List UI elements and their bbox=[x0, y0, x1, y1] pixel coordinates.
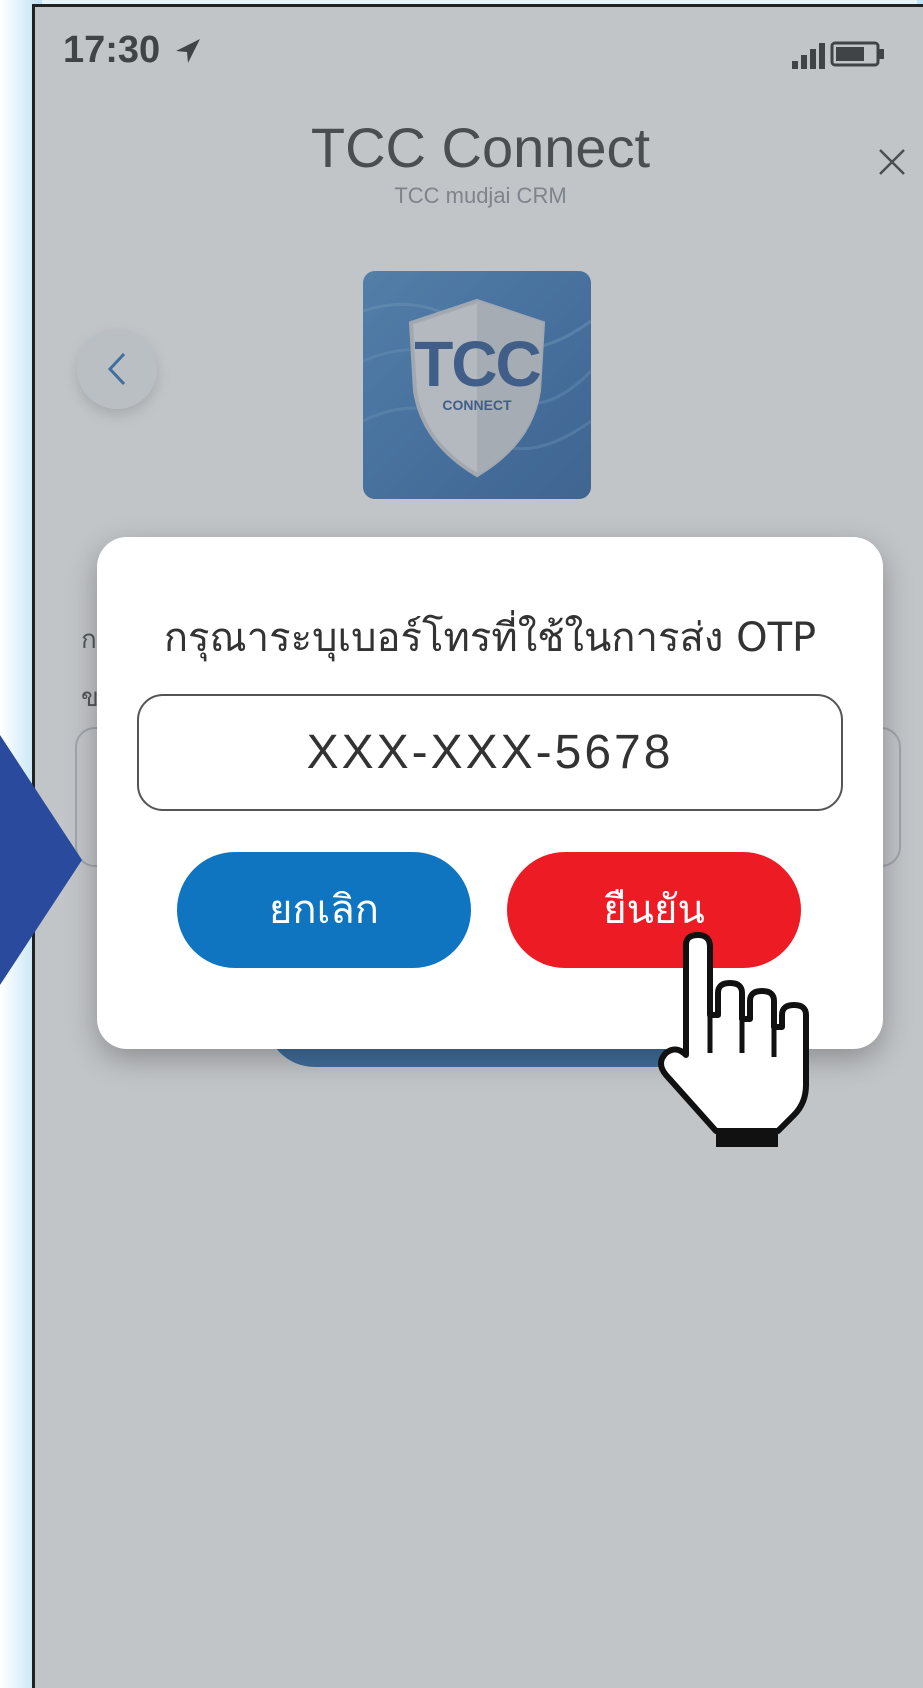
pointer-triangle-decoration bbox=[0, 735, 82, 985]
cancel-button[interactable]: ยกเลิก bbox=[177, 852, 471, 968]
otp-phone-field[interactable]: XXX-XXX-5678 bbox=[137, 694, 843, 811]
hand-pointer-icon bbox=[658, 932, 809, 1147]
phone-screen: 17:30 TCC Connect TCC mudjai CRM TCC CON… bbox=[32, 4, 923, 1688]
dialog-prompt: กรุณาระบุเบอร์โทรที่ใช้ในการส่ง OTP bbox=[163, 615, 817, 661]
